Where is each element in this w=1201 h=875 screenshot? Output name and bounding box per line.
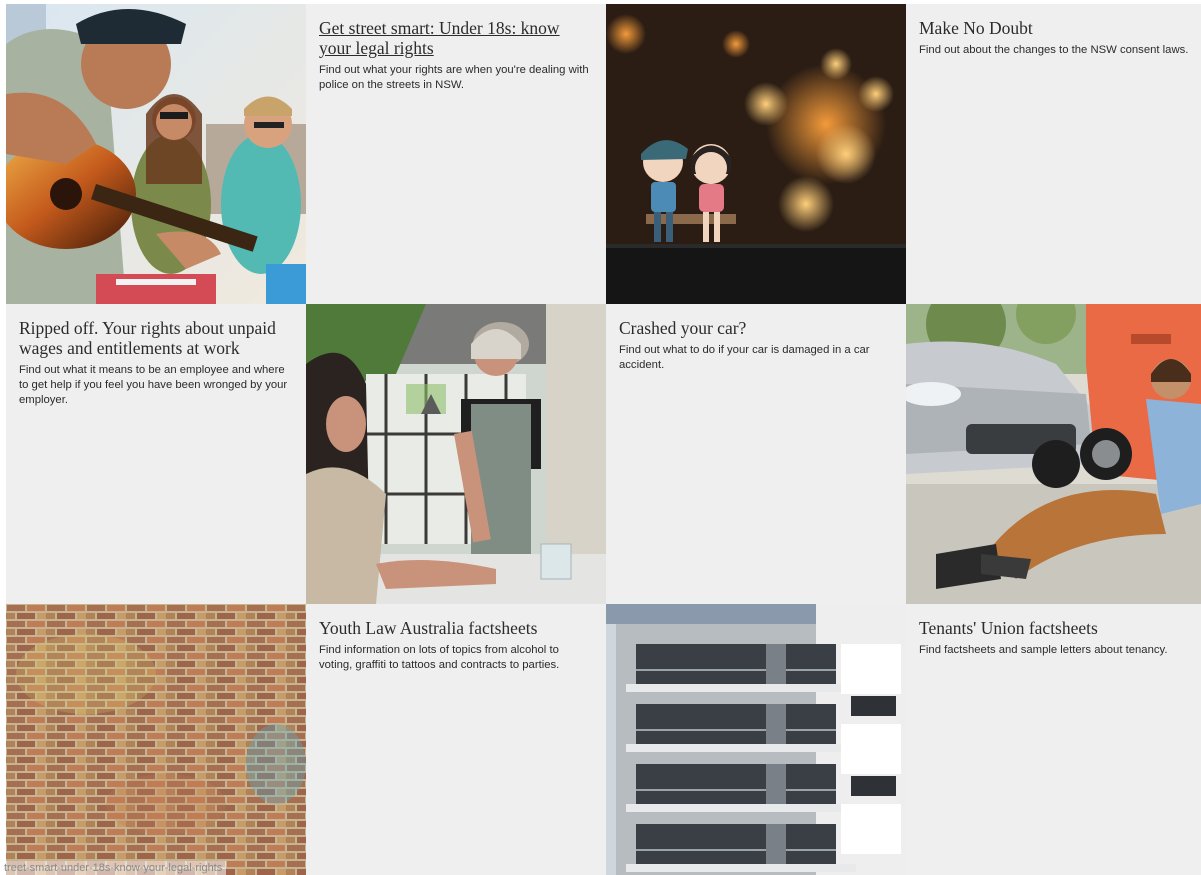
friends-with-guitar-photo[interactable] [6,4,306,304]
card-description: Find information on lots of topics from … [319,644,560,671]
car-accident-photo[interactable] [906,304,1201,604]
figurines-kissing-photo[interactable] [606,4,906,304]
card-title-link[interactable]: Get street smart: Under 18s: know your l… [319,18,594,58]
card-title[interactable]: Make No Doubt [919,18,1189,38]
card-title[interactable]: Crashed your car? [619,318,894,338]
card-title[interactable]: Tenants' Union factsheets [919,618,1189,638]
resource-card-grid: Get street smart: Under 18s: know your l… [6,4,1201,875]
card-title[interactable]: Youth Law Australia factsheets [319,618,594,638]
card-crashed-car: Crashed your car? Find out what to do if… [606,304,906,604]
card-tenants-union: Tenants' Union factsheets Find factsheet… [906,604,1201,875]
brick-wall-photo[interactable] [6,604,306,875]
card-description: Find out what it means to be an employee… [19,364,288,406]
status-bar-url: treet-smart-under-18s-know-your-legal-ri… [0,861,227,875]
card-description: Find factsheets and sample letters about… [919,644,1168,656]
card-street-smart: Get street smart: Under 18s: know your l… [306,4,606,304]
card-description: Find out what to do if your car is damag… [619,344,870,371]
card-title[interactable]: Ripped off. Your rights about unpaid wag… [19,318,294,358]
apartment-building-photo[interactable] [606,604,906,875]
card-description: Find out about the changes to the NSW co… [919,44,1189,56]
card-ripped-off: Ripped off. Your rights about unpaid wag… [6,304,306,604]
card-youth-law-australia: Youth Law Australia factsheets Find info… [306,604,606,875]
card-description: Find out what your rights are when you'r… [319,64,589,91]
card-make-no-doubt: Make No Doubt Find out about the changes… [906,4,1201,304]
waitress-serving-photo[interactable] [306,304,606,604]
